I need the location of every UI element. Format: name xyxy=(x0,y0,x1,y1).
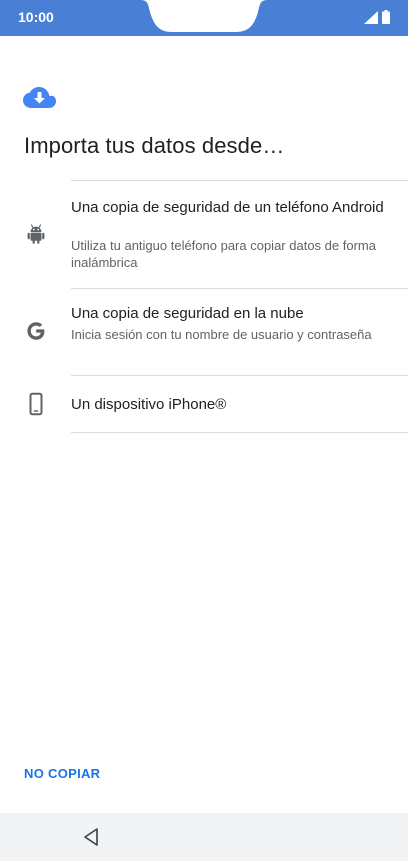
option-title: Una copia de seguridad de un teléfono An… xyxy=(71,199,384,216)
status-bar: 10:00 xyxy=(0,0,408,36)
option-android-backup[interactable]: Una copia de seguridad de un teléfono An… xyxy=(0,181,408,284)
status-time: 10:00 xyxy=(18,9,54,25)
skip-button[interactable]: NO COPIAR xyxy=(24,766,100,781)
setup-screen: 10:00 Importa tus datos desde… Una copia… xyxy=(0,0,408,861)
option-cloud-backup[interactable]: Una copia de seguridad en la nube Inicia… xyxy=(0,289,408,375)
signal-icon xyxy=(364,10,378,24)
back-icon[interactable] xyxy=(82,826,102,848)
google-icon xyxy=(27,322,45,340)
option-title: Una copia de seguridad en la nube xyxy=(71,305,304,322)
navigation-bar xyxy=(0,813,408,861)
option-subtitle: Utiliza tu antiguo teléfono para copiar … xyxy=(71,238,376,270)
cloud-download-icon xyxy=(23,87,56,108)
phone-icon xyxy=(29,392,43,416)
option-iphone[interactable]: Un dispositivo iPhone® xyxy=(0,376,408,432)
android-icon xyxy=(27,224,45,244)
divider xyxy=(71,432,408,433)
battery-icon xyxy=(382,10,390,24)
status-icons xyxy=(364,10,390,24)
status-bar-background xyxy=(0,0,408,36)
page-title: Importa tus datos desde… xyxy=(24,133,285,158)
option-subtitle: Inicia sesión con tu nombre de usuario y… xyxy=(71,327,372,342)
option-title: Un dispositivo iPhone® xyxy=(71,396,227,413)
